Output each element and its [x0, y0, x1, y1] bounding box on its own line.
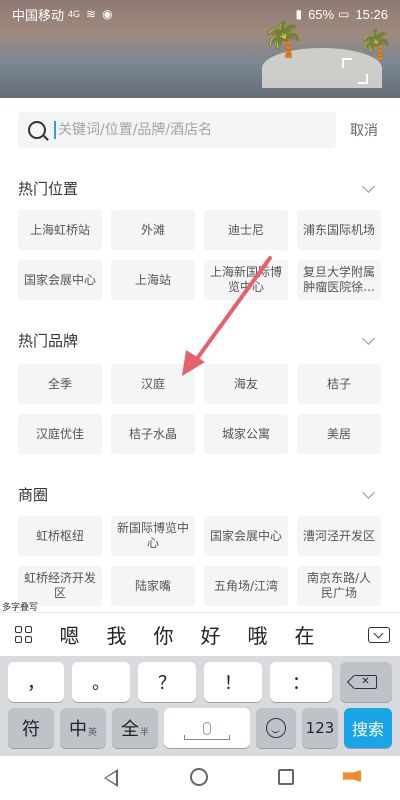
- district-chip[interactable]: 五角场/江湾: [204, 566, 288, 606]
- comma-key[interactable]: ，: [8, 662, 64, 702]
- symbols-key[interactable]: 符: [8, 708, 54, 748]
- header-banner: 🌴 🌴 中国移动 4G ≋ ◉ ▮ 65% ▭ 15:26: [0, 0, 400, 98]
- backspace-key[interactable]: ✕: [340, 662, 392, 702]
- brand-chip[interactable]: 桔子水晶: [111, 414, 195, 454]
- district-chip[interactable]: 南京东路/人民广场: [297, 566, 381, 606]
- recent-apps-icon[interactable]: [278, 769, 294, 785]
- keyboard: ， 。 ？ ！ ： ✕ 符 中英 全半 123 搜索: [0, 656, 400, 756]
- cancel-button[interactable]: 取消: [350, 120, 378, 140]
- collapse-keyboard-icon[interactable]: [368, 627, 390, 643]
- half-width-label: 半: [139, 728, 149, 738]
- district-chip[interactable]: 陆家嘴: [111, 566, 195, 606]
- hot-brands-grid: 全季 汉庭 海友 桔子 汉庭优佳 桔子水晶 城家公寓 美居: [18, 364, 382, 454]
- hot-locations-grid: 上海虹桥站 外滩 迪士尼 浦东国际机场 国家会展中心 上海站 上海新国际博览中心…: [18, 210, 382, 300]
- vibrate-icon: ▮: [295, 7, 303, 21]
- speaker-icon[interactable]: [343, 770, 361, 782]
- question-key[interactable]: ？: [138, 662, 196, 702]
- search-input[interactable]: [58, 122, 298, 138]
- candidate-word[interactable]: 好: [187, 620, 234, 649]
- location-chip[interactable]: 上海虹桥站: [18, 210, 102, 250]
- battery-level: 65%: [308, 6, 335, 22]
- candidate-word[interactable]: 嗯: [46, 620, 93, 649]
- space-key[interactable]: [164, 708, 250, 748]
- section-title-business-districts: 商圈: [18, 486, 49, 504]
- location-chip[interactable]: 国家会展中心: [18, 260, 102, 300]
- full-half-width-toggle[interactable]: 全半: [112, 708, 158, 748]
- brand-chip[interactable]: 汉庭: [111, 364, 195, 404]
- system-nav-bar: [0, 756, 400, 800]
- wifi-icon: ≋: [86, 7, 97, 21]
- brand-chip[interactable]: 城家公寓: [204, 414, 288, 454]
- brand-chip[interactable]: 全季: [18, 364, 102, 404]
- brand-chip[interactable]: 美居: [297, 414, 381, 454]
- palm-tree-icon: 🌴: [358, 28, 393, 61]
- brand-chip[interactable]: 汉庭优佳: [18, 414, 102, 454]
- candidate-word[interactable]: 我: [93, 620, 140, 649]
- emoji-key[interactable]: [256, 708, 296, 748]
- carrier-name: 中国移动: [12, 7, 65, 23]
- district-chip[interactable]: 漕河泾开发区: [297, 516, 381, 556]
- period-key[interactable]: 。: [72, 662, 130, 702]
- chinese-english-toggle[interactable]: 中英: [60, 708, 106, 748]
- microphone-icon: [203, 721, 211, 735]
- candidate-word[interactable]: 哦: [234, 620, 281, 649]
- search-key[interactable]: 搜索: [344, 708, 392, 748]
- chevron-down-icon[interactable]: [362, 332, 375, 345]
- emoji-icon: [266, 718, 286, 738]
- section-title-hot-locations: 热门位置: [18, 180, 79, 198]
- location-chip[interactable]: 复旦大学附属肿瘤医院徐...: [297, 260, 381, 300]
- scan-icon[interactable]: [342, 58, 368, 84]
- keyboard-menu-button[interactable]: [0, 626, 46, 643]
- full-width-label: 全: [120, 719, 139, 740]
- text-cursor: [54, 121, 56, 139]
- district-chip[interactable]: 虹桥枢纽: [18, 516, 102, 556]
- brand-chip[interactable]: 海友: [204, 364, 288, 404]
- space-icon: [184, 735, 230, 740]
- district-chip[interactable]: 新国际博览中心: [111, 516, 195, 556]
- business-districts-grid: 虹桥枢纽 新国际博览中心 国家会展中心 漕河泾开发区 虹桥经济开发区 陆家嘴 五…: [18, 516, 382, 606]
- numbers-key[interactable]: 123: [302, 708, 338, 748]
- chinese-label: 中: [68, 719, 87, 740]
- location-chip[interactable]: 迪士尼: [204, 210, 288, 250]
- brand-chip[interactable]: 桔子: [297, 364, 381, 404]
- location-chip[interactable]: 上海站: [111, 260, 195, 300]
- english-label: 英: [87, 728, 97, 738]
- location-chip[interactable]: 上海新国际博览中心: [204, 260, 288, 300]
- backspace-icon: ✕: [355, 675, 377, 689]
- search-panel: 取消 热门位置 上海虹桥站 外滩 迪士尼 浦东国际机场 国家会展中心 上海站 上…: [0, 98, 400, 610]
- district-chip[interactable]: 国家会展中心: [204, 516, 288, 556]
- back-icon[interactable]: [104, 769, 118, 787]
- location-chip[interactable]: 浦东国际机场: [297, 210, 381, 250]
- exclamation-key[interactable]: ！: [204, 662, 262, 702]
- chevron-down-icon[interactable]: [362, 486, 375, 499]
- candidate-bar: 嗯 我 你 好 哦 在: [0, 612, 400, 656]
- wechat-icon: ◉: [102, 7, 113, 21]
- search-icon: [28, 121, 46, 139]
- network-type: 4G: [68, 9, 81, 19]
- status-bar: 中国移动 4G ≋ ◉ ▮ 65% ▭ 15:26: [0, 0, 400, 28]
- grid-icon: [14, 626, 32, 643]
- home-icon[interactable]: [190, 768, 208, 786]
- battery-icon: ▭: [338, 7, 350, 21]
- chevron-down-icon[interactable]: [362, 180, 375, 193]
- search-bar[interactable]: [18, 112, 336, 148]
- section-title-hot-brands: 热门品牌: [18, 332, 79, 350]
- location-chip[interactable]: 外滩: [111, 210, 195, 250]
- candidate-word[interactable]: 你: [140, 620, 187, 649]
- colon-key[interactable]: ：: [270, 662, 332, 702]
- candidate-word[interactable]: 在: [281, 620, 328, 649]
- clock: 15:26: [355, 6, 388, 22]
